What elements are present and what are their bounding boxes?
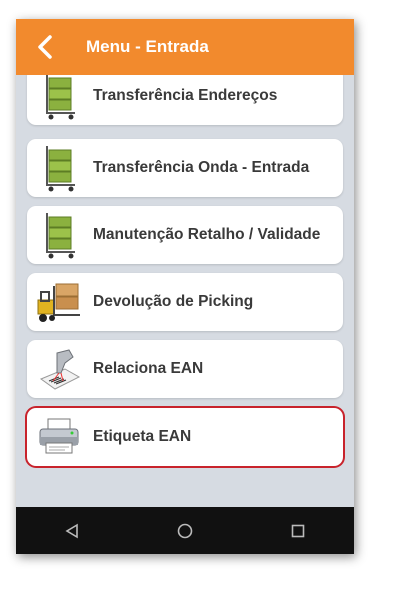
page-title: Menu - Entrada bbox=[86, 37, 209, 56]
printer-icon bbox=[33, 411, 85, 463]
cart-boxes-icon bbox=[33, 70, 85, 122]
barcode-scanner-icon bbox=[33, 343, 85, 395]
menu-item-manutencao-retalho[interactable]: Manutenção Retalho / Validade bbox=[27, 206, 343, 264]
menu-item-label: Transferência Endereços bbox=[93, 87, 278, 104]
cart-boxes-icon bbox=[33, 142, 85, 194]
forklift-icon bbox=[33, 276, 85, 328]
triangle-back-icon bbox=[65, 523, 79, 538]
menu-item-transferencia-enderecos[interactable]: Transferência Endereços bbox=[27, 67, 343, 125]
menu-item-etiqueta-ean[interactable]: Etiqueta EAN bbox=[27, 408, 343, 466]
back-button[interactable] bbox=[22, 19, 68, 75]
menu-item-label: Etiqueta EAN bbox=[93, 428, 192, 445]
menu-item-relaciona-ean[interactable]: Relaciona EAN bbox=[27, 340, 343, 398]
chevron-left-icon bbox=[38, 35, 52, 59]
cart-boxes-icon bbox=[33, 209, 85, 261]
menu-item-transferencia-onda[interactable]: Transferência Onda - Entrada bbox=[27, 139, 343, 197]
menu-item-label: Devolução de Picking bbox=[93, 293, 254, 310]
nav-back-button[interactable] bbox=[52, 511, 92, 551]
app-bar: Menu - Entrada bbox=[16, 19, 354, 75]
system-nav-bar bbox=[16, 507, 354, 554]
menu-item-label: Relaciona EAN bbox=[93, 360, 204, 377]
menu-item-label: Transferência Onda - Entrada bbox=[93, 159, 310, 176]
nav-home-button[interactable] bbox=[165, 511, 205, 551]
circle-home-icon bbox=[177, 523, 193, 538]
nav-recents-button[interactable] bbox=[278, 511, 318, 551]
phone-screen: Transferência Endereços Transferência On… bbox=[16, 19, 354, 554]
menu-item-devolucao-picking[interactable]: Devolução de Picking bbox=[27, 273, 343, 331]
menu-item-label: Manutenção Retalho / Validade bbox=[93, 226, 321, 243]
menu-list: Transferência Endereços Transferência On… bbox=[16, 19, 354, 507]
square-recents-icon bbox=[291, 524, 304, 537]
